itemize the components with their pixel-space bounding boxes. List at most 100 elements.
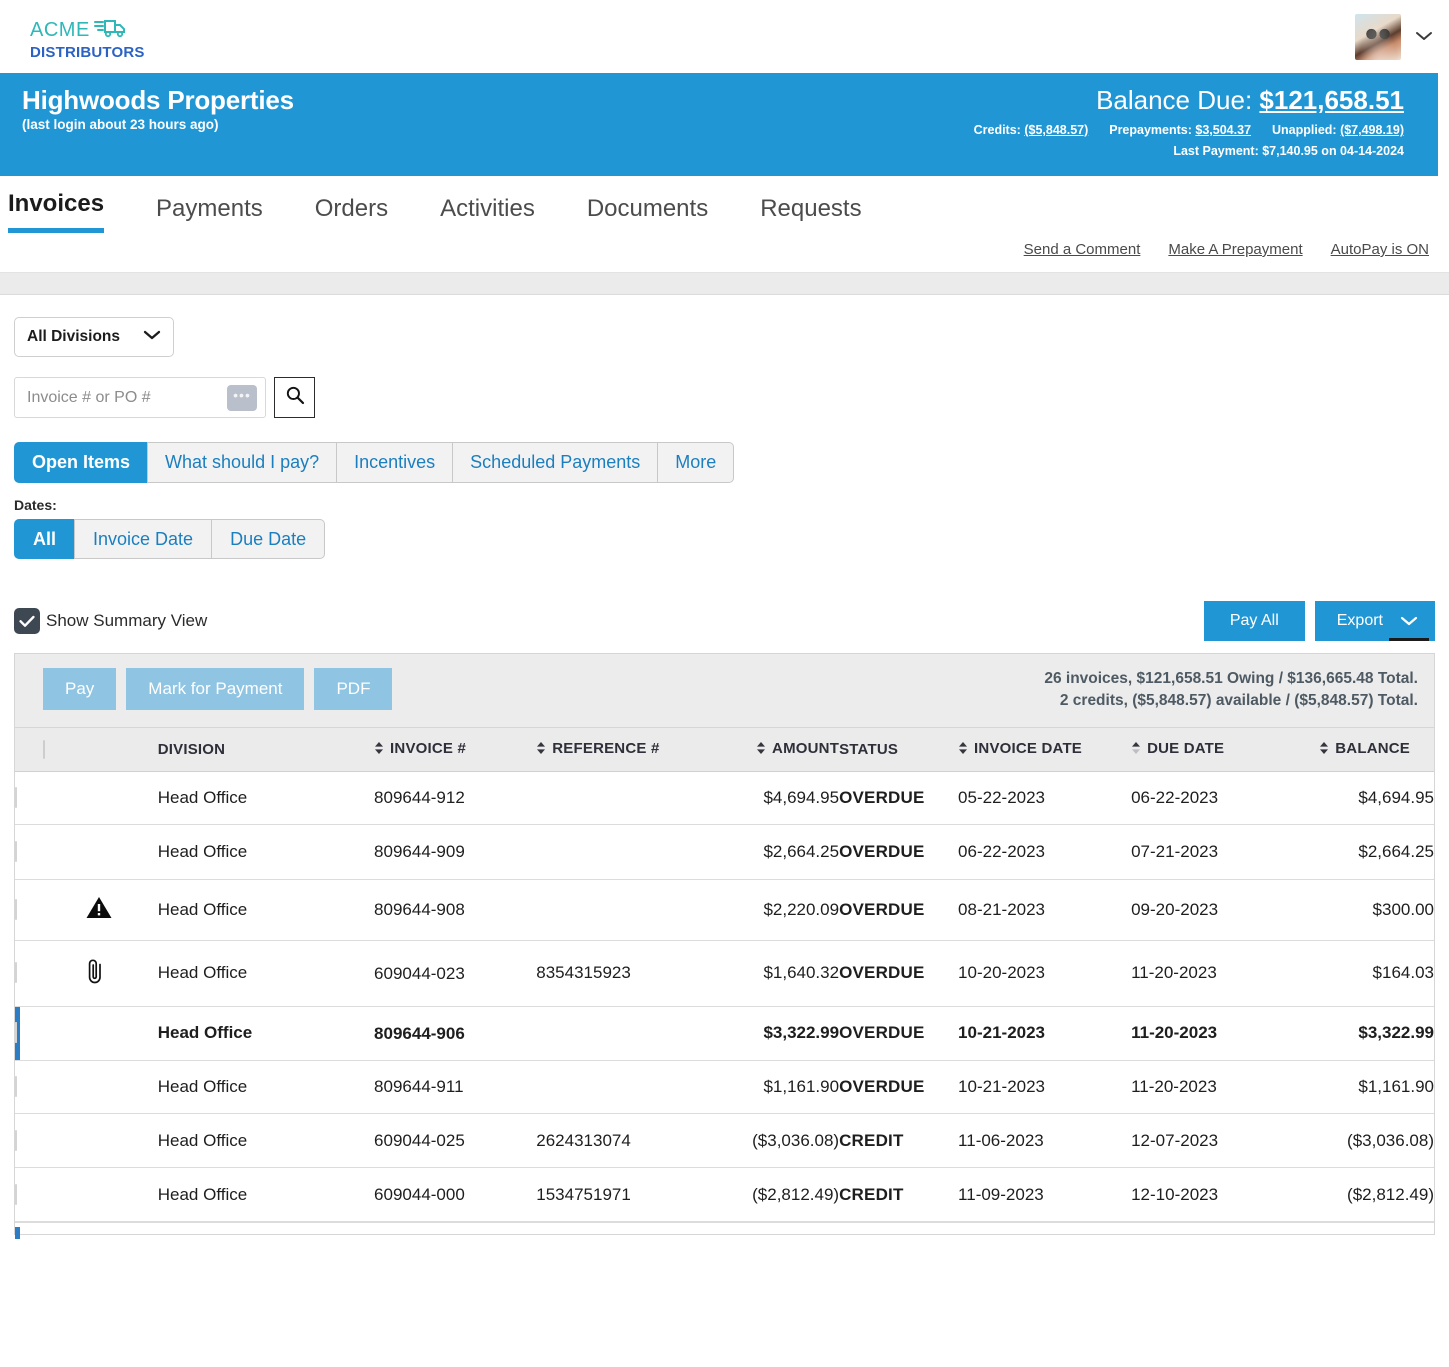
cell-invoice-number[interactable]: 809644-906 bbox=[374, 1006, 536, 1060]
row-checkbox[interactable] bbox=[15, 899, 17, 920]
search-box[interactable]: ••• bbox=[14, 377, 266, 418]
sort-icon[interactable] bbox=[958, 741, 968, 755]
header-due-date[interactable]: DUE DATE bbox=[1131, 728, 1293, 772]
primary-action-buttons: Pay All Export bbox=[1204, 601, 1435, 641]
cell-invoice-number[interactable]: 809644-908 bbox=[374, 879, 536, 940]
customer-name: Highwoods Properties bbox=[22, 86, 294, 115]
credits-value[interactable]: ($5,848.57) bbox=[1024, 123, 1088, 137]
select-all-checkbox[interactable] bbox=[43, 740, 45, 759]
row-checkbox[interactable] bbox=[15, 1184, 17, 1205]
autopay-link[interactable]: AutoPay is ON bbox=[1331, 241, 1429, 258]
tab-requests[interactable]: Requests bbox=[760, 195, 861, 233]
header-reference-number[interactable]: REFERENCE # bbox=[536, 728, 698, 772]
row-select-cell[interactable] bbox=[15, 1060, 86, 1113]
export-button[interactable]: Export bbox=[1315, 601, 1435, 641]
cell-balance: $1,161.90 bbox=[1293, 1060, 1434, 1113]
mark-for-payment-button[interactable]: Mark for Payment bbox=[126, 668, 304, 710]
warning-icon[interactable] bbox=[86, 896, 112, 924]
row-checkbox[interactable] bbox=[15, 962, 17, 983]
tab-open-items[interactable]: Open Items bbox=[14, 442, 147, 483]
cell-due-date: 11-20-2023 bbox=[1131, 1006, 1293, 1060]
row-select-cell[interactable] bbox=[15, 1113, 86, 1167]
cell-invoice-number[interactable]: 609044-000 bbox=[374, 1168, 536, 1222]
tab-orders[interactable]: Orders bbox=[315, 195, 388, 233]
table-row[interactable]: Head Office809644-909$2,664.25OVERDUE06-… bbox=[15, 825, 1434, 879]
tab-scheduled-payments[interactable]: Scheduled Payments bbox=[452, 442, 657, 483]
cell-invoice-number[interactable]: 809644-909 bbox=[374, 825, 536, 879]
sort-icon[interactable] bbox=[756, 741, 766, 755]
unapplied-value[interactable]: ($7,498.19) bbox=[1340, 123, 1404, 137]
header-amount[interactable]: AMOUNT bbox=[698, 728, 839, 772]
row-checkbox[interactable] bbox=[15, 841, 17, 862]
tab-what-should-i-pay[interactable]: What should I pay? bbox=[147, 442, 336, 483]
row-select-cell[interactable] bbox=[15, 879, 86, 940]
header-division[interactable]: DIVISION bbox=[158, 728, 374, 772]
last-payment-text: Last Payment: $7,140.95 on 04-14-2024 bbox=[974, 144, 1404, 158]
chevron-down-icon[interactable] bbox=[1415, 29, 1431, 45]
header-select-all[interactable] bbox=[15, 728, 86, 772]
row-checkbox[interactable] bbox=[15, 787, 17, 808]
cell-invoice-number[interactable]: 809644-912 bbox=[374, 772, 536, 825]
cell-invoice-number[interactable]: 609044-023 bbox=[374, 940, 536, 1006]
invoice-totals-line2: 2 credits, ($5,848.57) available / ($5,8… bbox=[1044, 690, 1418, 712]
brand-logo[interactable]: ACME DISTRIBUTORS bbox=[30, 14, 145, 60]
search-options-button[interactable]: ••• bbox=[227, 385, 257, 411]
cell-invoice-number[interactable]: 809644-911 bbox=[374, 1060, 536, 1113]
table-row[interactable]: Head Office809644-911$1,161.90OVERDUE10-… bbox=[15, 1060, 1434, 1113]
tab-dates-all[interactable]: All bbox=[14, 519, 74, 559]
header-invoice-number[interactable]: INVOICE # bbox=[374, 728, 536, 772]
table-row[interactable]: Head Office609044-0001534751971($2,812.4… bbox=[15, 1168, 1434, 1222]
pdf-button[interactable]: PDF bbox=[314, 668, 392, 710]
tab-payments[interactable]: Payments bbox=[156, 195, 263, 233]
tab-invoices[interactable]: Invoices bbox=[8, 190, 104, 233]
header-invoice-date[interactable]: INVOICE DATE bbox=[958, 728, 1131, 772]
row-checkbox[interactable] bbox=[15, 1076, 17, 1097]
show-summary-view-toggle[interactable]: Show Summary View bbox=[14, 608, 207, 634]
table-row[interactable]: Head Office609044-0252624313074($3,036.0… bbox=[15, 1113, 1434, 1167]
row-select-cell[interactable] bbox=[15, 940, 86, 1006]
division-select[interactable]: All Divisions bbox=[14, 317, 174, 357]
table-row[interactable]: Head Office609044-0238354315923$1,640.32… bbox=[15, 940, 1434, 1006]
row-select-cell[interactable] bbox=[15, 825, 86, 879]
pay-button[interactable]: Pay bbox=[43, 668, 116, 710]
attachment-icon[interactable] bbox=[86, 957, 106, 990]
invoices-panel: Pay Mark for Payment PDF 26 invoices, $1… bbox=[14, 653, 1435, 1235]
account-banner: Highwoods Properties (last login about 2… bbox=[0, 73, 1438, 176]
bulk-action-buttons: Pay Mark for Payment PDF bbox=[43, 668, 392, 710]
balance-due-amount[interactable]: $121,658.51 bbox=[1259, 85, 1404, 115]
pay-all-button[interactable]: Pay All bbox=[1204, 601, 1305, 641]
sort-icon-active[interactable] bbox=[1131, 741, 1141, 755]
send-a-comment-link[interactable]: Send a Comment bbox=[1024, 241, 1141, 258]
prepayments-value[interactable]: $3,504.37 bbox=[1195, 123, 1251, 137]
row-select-cell[interactable] bbox=[15, 772, 86, 825]
tab-activities[interactable]: Activities bbox=[440, 195, 535, 233]
tab-due-date[interactable]: Due Date bbox=[211, 519, 325, 559]
tab-incentives[interactable]: Incentives bbox=[336, 442, 452, 483]
user-menu[interactable] bbox=[1355, 14, 1431, 60]
header-balance[interactable]: BALANCE bbox=[1293, 728, 1434, 772]
row-select-cell[interactable] bbox=[15, 1006, 86, 1060]
tab-documents[interactable]: Documents bbox=[587, 195, 708, 233]
table-row[interactable]: Head Office809644-906$3,322.99OVERDUE10-… bbox=[15, 1006, 1434, 1060]
invoice-totals-line1: 26 invoices, $121,658.51 Owing / $136,66… bbox=[1044, 668, 1418, 690]
sort-icon[interactable] bbox=[1319, 741, 1329, 755]
search-submit-button[interactable] bbox=[274, 377, 315, 418]
table-row[interactable]: Head Office809644-908$2,220.09OVERDUE08-… bbox=[15, 879, 1434, 940]
row-checkbox[interactable] bbox=[15, 1130, 17, 1151]
cell-invoice-number[interactable]: 609044-025 bbox=[374, 1113, 536, 1167]
header-flag bbox=[86, 728, 157, 772]
cell-due-date: 09-20-2023 bbox=[1131, 879, 1293, 940]
make-a-prepayment-link[interactable]: Make A Prepayment bbox=[1168, 241, 1302, 258]
tab-invoice-date[interactable]: Invoice Date bbox=[74, 519, 211, 559]
row-select-cell[interactable] bbox=[15, 1168, 86, 1222]
cell-due-date: 12-07-2023 bbox=[1131, 1113, 1293, 1167]
export-dropdown-toggle[interactable] bbox=[1383, 601, 1435, 641]
sort-icon[interactable] bbox=[374, 741, 384, 755]
row-checkbox[interactable] bbox=[15, 1022, 17, 1043]
checkbox-icon[interactable] bbox=[14, 608, 40, 634]
sort-icon[interactable] bbox=[536, 741, 546, 755]
tab-more[interactable]: More bbox=[657, 442, 734, 483]
avatar[interactable] bbox=[1355, 14, 1401, 60]
cell-status: OVERDUE bbox=[839, 772, 958, 825]
table-row[interactable]: Head Office809644-912$4,694.95OVERDUE05-… bbox=[15, 772, 1434, 825]
